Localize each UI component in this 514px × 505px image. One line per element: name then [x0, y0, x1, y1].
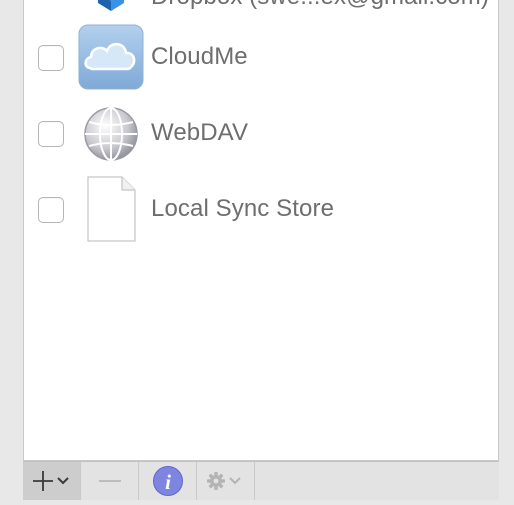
- list-item-cloudme[interactable]: CloudMe: [24, 19, 498, 95]
- add-account-button[interactable]: [23, 462, 81, 500]
- account-label: Dropbox (swe...ex@gmail.com): [151, 0, 489, 11]
- remove-account-button[interactable]: [81, 462, 139, 500]
- webdav-globe-icon: [78, 100, 144, 166]
- list-item-webdav[interactable]: WebDAV: [24, 95, 498, 171]
- info-button[interactable]: i: [139, 462, 197, 500]
- add-icon: [33, 471, 53, 491]
- enable-checkbox-cloudme[interactable]: [38, 45, 64, 71]
- list-item-local-sync-store[interactable]: Local Sync Store: [24, 171, 498, 247]
- cloudme-icon: [78, 24, 144, 90]
- chevron-down-icon: [229, 477, 241, 485]
- info-icon: i: [153, 466, 183, 496]
- account-label: CloudMe: [151, 43, 248, 70]
- sync-accounts-list: Dropbox (swe...ex@gmail.com) CloudMe: [23, 0, 499, 461]
- svg-text:i: i: [165, 470, 171, 494]
- gear-icon: [207, 472, 225, 490]
- enable-checkbox-local-sync-store[interactable]: [38, 197, 64, 223]
- account-label: Local Sync Store: [151, 195, 335, 222]
- enable-checkbox-webdav[interactable]: [38, 121, 64, 147]
- account-label: WebDAV: [151, 119, 249, 146]
- settings-button[interactable]: [197, 462, 255, 500]
- document-icon: [78, 176, 144, 242]
- chevron-down-icon: [57, 477, 69, 485]
- bottom-toolbar: i: [23, 461, 499, 500]
